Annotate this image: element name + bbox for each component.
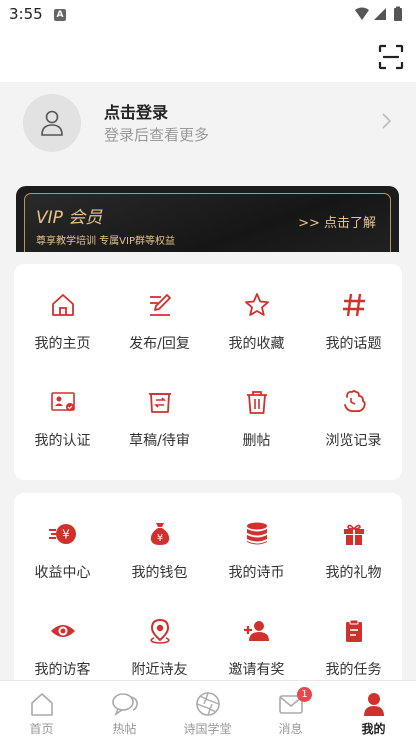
notification-a-icon: A xyxy=(54,9,66,21)
unread-badge: 1 xyxy=(297,687,312,702)
svg-text:¥: ¥ xyxy=(156,533,162,544)
menu-item-wallet[interactable]: ¥ 我的钱包 xyxy=(111,520,208,582)
tab-label: 首页 xyxy=(29,722,54,736)
menu-item-homepage[interactable]: 我的主页 xyxy=(14,291,111,353)
tab-mine[interactable]: 我的 xyxy=(332,681,415,741)
menu-item-gifts[interactable]: 我的礼物 xyxy=(305,520,402,582)
vip-banner[interactable]: VIP 会员 尊享教学培训 专属VIP群等权益 >> 点击了解 xyxy=(16,186,399,252)
tab-messages[interactable]: 1 消息 xyxy=(249,681,332,741)
vip-card: VIP 会员 尊享教学培训 专属VIP群等权益 >> 点击了解 xyxy=(24,193,391,252)
top-bar xyxy=(0,30,416,82)
menu-item-nearby[interactable]: 附近诗友 xyxy=(111,617,208,679)
coins-icon xyxy=(246,522,267,545)
menu-item-label: 我的收藏 xyxy=(228,336,285,352)
tab-academy[interactable]: 诗国学堂 xyxy=(166,681,249,741)
tab-label: 诗国学堂 xyxy=(183,722,232,736)
draft-icon xyxy=(148,393,171,413)
user-icon xyxy=(41,110,63,136)
status-time: 3:55 xyxy=(9,5,43,23)
menu-item-label: 我的任务 xyxy=(325,662,382,678)
menu-item-poem-coins[interactable]: 我的诗币 xyxy=(208,520,305,582)
menu-item-label: 我的话题 xyxy=(325,336,382,352)
star-icon xyxy=(244,293,269,316)
vip-learn-more-link[interactable]: >> 点击了解 xyxy=(298,212,376,231)
scan-icon[interactable] xyxy=(378,44,404,70)
menu-item-publish[interactable]: 发布/回复 xyxy=(111,291,208,353)
menu-item-invite[interactable]: 邀请有奖 xyxy=(208,617,305,679)
menu-item-label: 草稿/待审 xyxy=(129,433,190,449)
menu-item-label: 我的主页 xyxy=(34,336,91,352)
menu-item-deleted-posts[interactable]: 删帖 xyxy=(208,388,305,450)
edit-icon xyxy=(149,294,171,316)
menu-card-assets: ¥ 收益中心 ¥ 我的钱包 我的诗币 我的礼物 我的访客 附近诗友 邀请有奖 我… xyxy=(14,493,402,693)
income-icon: ¥ xyxy=(48,524,76,544)
menu-item-favorites[interactable]: 我的收藏 xyxy=(208,291,305,353)
system-status-icons xyxy=(355,6,402,21)
moneybag-icon: ¥ xyxy=(150,523,169,545)
invite-icon xyxy=(243,621,269,641)
home-tab-icon xyxy=(30,693,53,716)
menu-item-income-center[interactable]: ¥ 收益中心 xyxy=(14,520,111,582)
login-section[interactable]: 点击登录 登录后查看更多 xyxy=(0,82,416,177)
avatar[interactable] xyxy=(23,94,81,152)
menu-item-label: 浏览记录 xyxy=(325,433,382,449)
tab-label: 我的 xyxy=(361,722,386,736)
chat-bubbles-icon xyxy=(111,693,138,717)
trash-icon xyxy=(246,391,267,414)
vip-description: 尊享教学培训 专属VIP群等权益 xyxy=(36,236,175,247)
menu-card-account: 我的主页 发布/回复 我的收藏 我的话题 我的认证 草稿/待审 删帖 浏览记录 xyxy=(14,264,402,480)
menu-item-label: 我的诗币 xyxy=(228,565,285,581)
menu-item-label: 收益中心 xyxy=(34,565,91,581)
menu-item-label: 发布/回复 xyxy=(129,336,190,352)
history-icon xyxy=(343,390,366,413)
menu-item-label: 邀请有奖 xyxy=(228,662,285,678)
menu-item-visitors[interactable]: 我的访客 xyxy=(14,617,111,679)
tab-label: 消息 xyxy=(278,722,303,736)
menu-item-label: 我的认证 xyxy=(34,433,91,449)
aperture-icon xyxy=(195,692,220,716)
tab-label: 热帖 xyxy=(112,722,137,736)
menu-item-tasks[interactable]: 我的任务 xyxy=(305,617,402,679)
menu-item-history[interactable]: 浏览记录 xyxy=(305,388,402,450)
gift-icon xyxy=(343,524,364,545)
bottom-tab-bar: 首页 热帖 诗国学堂 1 消息 我的 xyxy=(0,680,416,741)
svg-text:¥: ¥ xyxy=(62,528,70,542)
login-title[interactable]: 点击登录 xyxy=(104,99,168,123)
user-filled-icon xyxy=(363,693,384,716)
eye-icon xyxy=(50,625,75,637)
menu-item-verification[interactable]: 我的认证 xyxy=(14,388,111,450)
tab-hot-posts[interactable]: 热帖 xyxy=(83,681,166,741)
menu-item-label: 我的钱包 xyxy=(131,565,188,581)
menu-item-label: 我的访客 xyxy=(34,662,91,678)
menu-item-label: 我的礼物 xyxy=(325,565,382,581)
menu-item-label: 附近诗友 xyxy=(131,662,188,678)
vip-title: VIP 会员 xyxy=(36,208,103,228)
tab-home[interactable]: 首页 xyxy=(0,681,83,741)
menu-item-label: 删帖 xyxy=(242,433,271,449)
menu-item-topics[interactable]: 我的话题 xyxy=(305,291,402,353)
hash-icon xyxy=(342,293,365,317)
status-bar: 3:55 A xyxy=(0,0,416,30)
login-subtitle: 登录后查看更多 xyxy=(104,126,210,144)
home-icon xyxy=(51,294,74,316)
menu-item-drafts[interactable]: 草稿/待审 xyxy=(111,388,208,450)
clipboard-icon xyxy=(345,619,362,642)
chevron-right-icon xyxy=(382,113,391,129)
location-icon xyxy=(149,618,170,644)
id-card-icon xyxy=(50,392,75,411)
